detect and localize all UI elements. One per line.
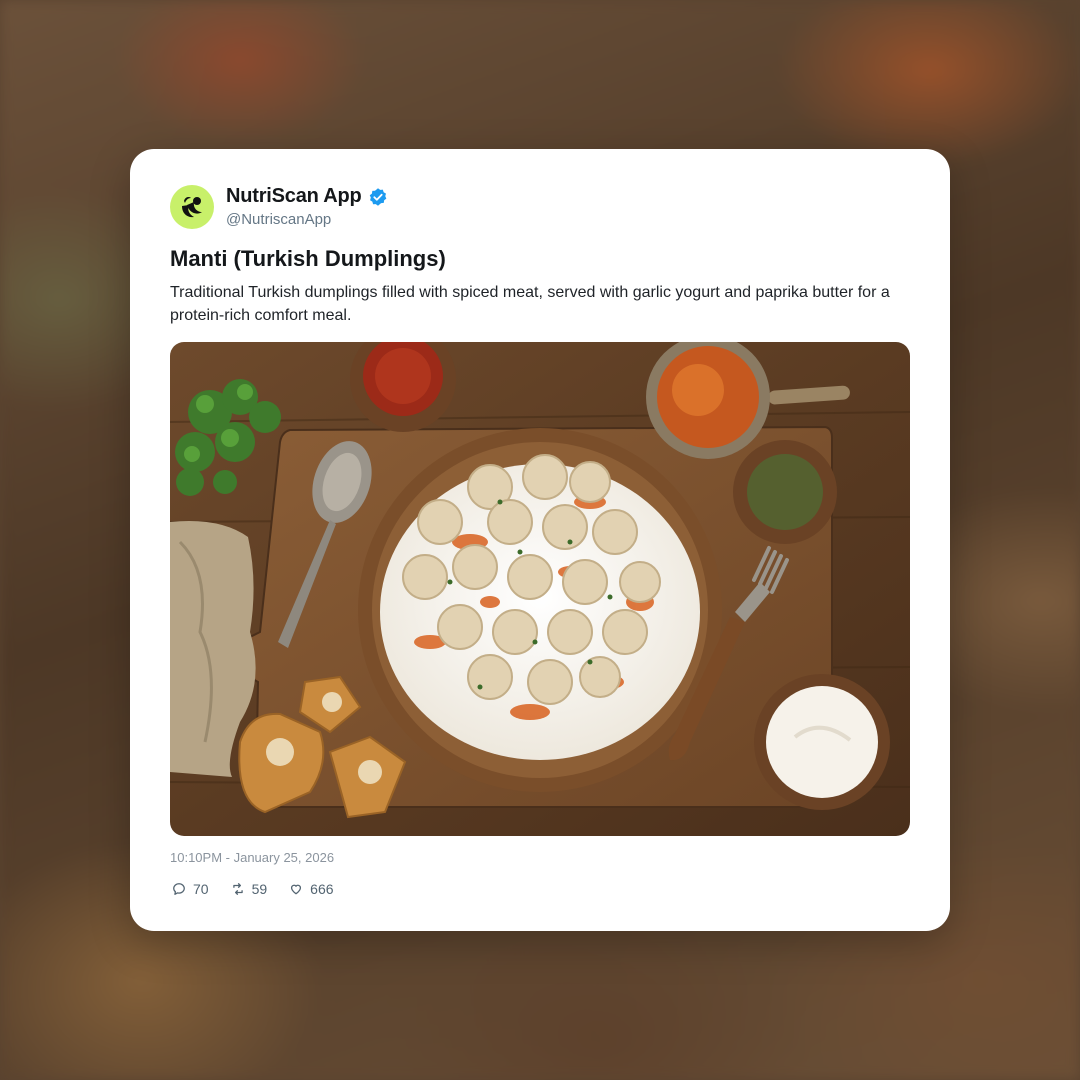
repost-button[interactable]: 59 bbox=[231, 881, 268, 897]
manti-food-image bbox=[170, 342, 910, 836]
post-title: Manti (Turkish Dumplings) bbox=[170, 246, 446, 271]
reply-count: 70 bbox=[193, 881, 209, 897]
post-card: NutriScan App @NutriscanApp Manti (Turki… bbox=[130, 149, 950, 931]
like-button[interactable]: 666 bbox=[289, 881, 334, 897]
reply-button[interactable]: 70 bbox=[172, 881, 209, 897]
author-row: NutriScan App bbox=[226, 185, 388, 208]
verified-badge-icon bbox=[369, 187, 386, 206]
reply-icon bbox=[173, 883, 185, 895]
author-handle[interactable]: @NutriscanApp bbox=[226, 211, 331, 228]
post-body: Traditional Turkish dumplings filled wit… bbox=[170, 284, 890, 324]
action-bar: 70 59 666 bbox=[172, 881, 334, 897]
nutriscan-logo-icon bbox=[182, 197, 202, 218]
author-name[interactable]: NutriScan App bbox=[226, 185, 362, 208]
post-timestamp[interactable]: 10:10PM - January 25, 2026 bbox=[170, 850, 334, 865]
heart-icon bbox=[291, 884, 302, 895]
repost-icon bbox=[232, 883, 243, 895]
food-photo[interactable] bbox=[170, 342, 910, 836]
like-count: 666 bbox=[310, 881, 334, 897]
avatar[interactable] bbox=[170, 185, 214, 229]
repost-count: 59 bbox=[251, 881, 268, 897]
